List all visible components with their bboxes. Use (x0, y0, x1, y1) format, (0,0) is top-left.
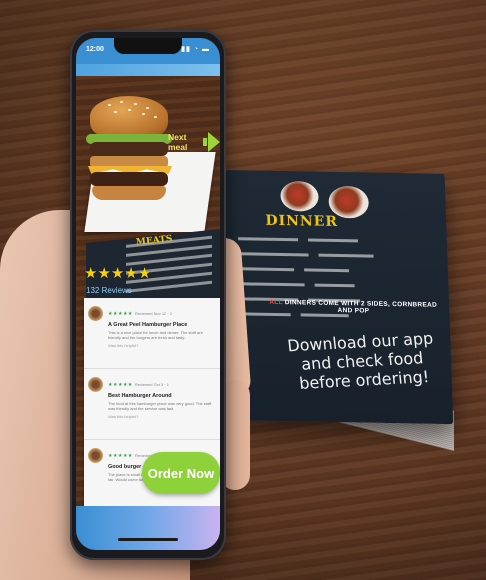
app-bottom-bar (76, 506, 220, 550)
burger-patty (90, 172, 168, 186)
status-bar: 12:00 ▮▮ ◔ ▬ (76, 38, 220, 64)
star-icon: ★ (137, 265, 152, 282)
review-title: Best Hamburger Around (108, 393, 172, 399)
star-icon: ★ (110, 265, 125, 282)
booklet-page: DINNER ALL DINNERS COME WITH 2 SIDES, CO… (219, 169, 454, 425)
review-item: ★★★★★ Reviewed Nov 12 · 2 A Great Peel Ha… (84, 298, 220, 369)
download-app-text: Download our app and check food before o… (286, 328, 434, 393)
dinner-title: DINNER (265, 212, 339, 230)
review-stars: ★★★★★ (108, 311, 133, 317)
burger-bun-bottom (92, 186, 166, 200)
review-title: A Great Peel Hamburger Place (108, 322, 188, 328)
dinner-sides-note: ALL DINNERS COME WITH 2 SIDES, CORNBREAD… (269, 298, 438, 315)
reviewer-avatar (88, 377, 103, 392)
reviewer-avatar (88, 448, 103, 463)
burger-3d-preview[interactable] (76, 76, 220, 236)
menu-booklet: DINNER ALL DINNERS COME WITH 2 SIDES, CO… (214, 166, 454, 451)
ar-camera-view: Next meal MEATS ★ ★ ★ ★ ★ 132 Reviews ★★… (76, 76, 220, 506)
photo-scene: DINNER ALL DINNERS COME WITH 2 SIDES, CO… (0, 0, 486, 580)
next-meal-label: Next meal (168, 132, 188, 152)
reviewer-avatar (88, 306, 103, 321)
food-photo (280, 180, 320, 212)
review-stars: ★★★★★ (108, 453, 133, 459)
status-time: 12:00 (86, 46, 104, 53)
order-now-button[interactable]: Order Now (142, 452, 220, 494)
star-icon: ★ (124, 265, 138, 282)
reviews-count-link[interactable]: 132 Reviews (86, 286, 132, 295)
star-icon: ★ (84, 265, 98, 282)
signal-wifi-battery-icon: ▮▮ ◔ ▬ (181, 46, 210, 53)
review-body: This is a nice place for lunch and dinne… (108, 330, 203, 340)
phone-screen: 12:00 ▮▮ ◔ ▬ Next meal MEATS ★ ★ ★ ★ ★ 1… (76, 38, 220, 550)
review-item: ★★★★★ Reviewed Oct 3 · 1 Best Hamburger A… (84, 369, 220, 440)
review-stars: ★★★★★ (108, 382, 133, 388)
arrow-right-icon (208, 132, 220, 152)
next-meal-button[interactable]: Next meal (168, 132, 220, 152)
star-icon: ★ (97, 265, 111, 282)
review-helpful-link[interactable]: Was this helpful? (108, 414, 216, 419)
phone-notch (114, 38, 182, 54)
burger-patty (90, 142, 168, 156)
home-indicator[interactable] (118, 538, 178, 541)
app-top-bar (76, 64, 220, 76)
star-rating: ★ ★ ★ ★ ★ (84, 266, 151, 281)
review-body: The food at this hamburger place was ver… (108, 401, 212, 411)
review-helpful-link[interactable]: Was this helpful? (108, 343, 216, 348)
smartphone: 12:00 ▮▮ ◔ ▬ Next meal MEATS ★ ★ ★ ★ ★ 1… (70, 30, 226, 560)
